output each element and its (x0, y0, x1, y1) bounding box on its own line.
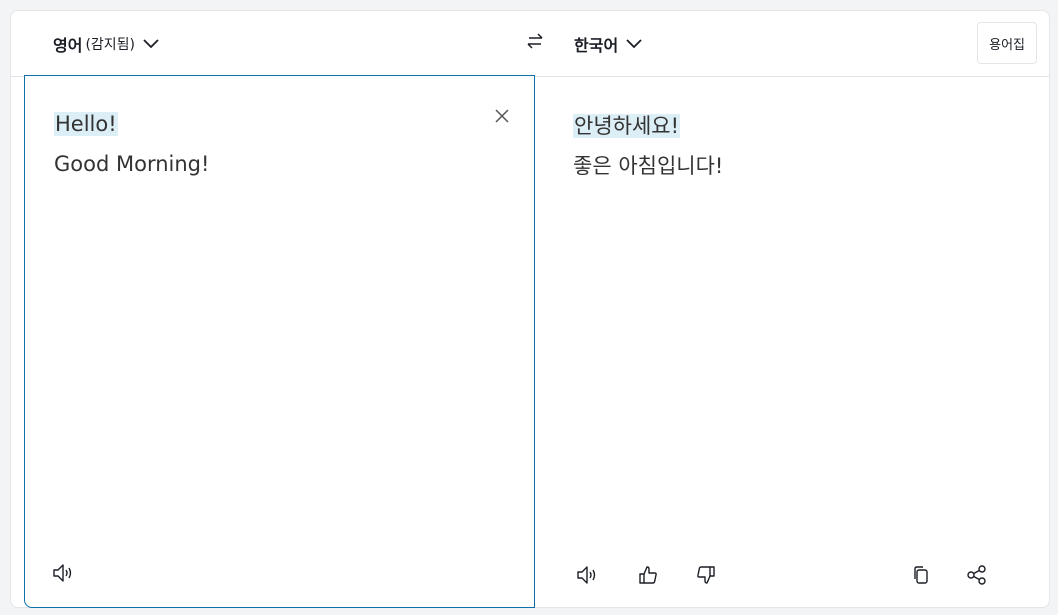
copy-button[interactable] (907, 563, 935, 591)
translator-card: 영어 (감지됨) 한국어 용어집 Hello! Good Morning! 안녕… (10, 10, 1050, 608)
thumbs-down-icon (695, 564, 717, 590)
share-button[interactable] (963, 563, 991, 591)
translation-output-area: 안녕하세요! 좋은 아침입니다! (535, 77, 1050, 608)
share-icon (966, 564, 988, 590)
source-line-1: Hello! (54, 112, 118, 136)
clear-text-button[interactable] (490, 106, 514, 130)
target-language-label: 한국어 (574, 36, 619, 55)
target-line-2: 좋은 아침입니다! (573, 154, 724, 178)
chevron-down-icon (626, 39, 642, 49)
swap-languages-button[interactable] (522, 30, 548, 56)
glossary-button[interactable]: 용어집 (977, 22, 1037, 64)
swap-icon (525, 31, 545, 55)
thumbs-up-button[interactable] (634, 563, 662, 591)
close-icon (494, 108, 510, 128)
source-text[interactable]: Hello! Good Morning! (54, 104, 209, 184)
copy-icon (911, 564, 931, 590)
thumbs-up-icon (637, 564, 659, 590)
thumbs-down-button[interactable] (692, 563, 720, 591)
target-line-1: 안녕하세요! (573, 114, 681, 138)
speaker-icon (575, 564, 599, 590)
chevron-down-icon (143, 39, 159, 49)
detected-label: (감지됨) (85, 37, 136, 53)
translation-text: 안녕하세요! 좋은 아침입니다! (573, 106, 723, 186)
source-line-2: Good Morning! (54, 152, 210, 176)
speaker-icon (51, 562, 75, 588)
target-language-selector[interactable]: 한국어 (574, 31, 642, 57)
source-listen-button[interactable] (49, 561, 77, 589)
source-text-area[interactable]: Hello! Good Morning! (24, 75, 535, 608)
target-listen-button[interactable] (573, 563, 601, 591)
language-bar: 영어 (감지됨) 한국어 용어집 (11, 11, 1049, 77)
source-language-selector[interactable]: 영어 (감지됨) (53, 31, 159, 57)
source-language-label: 영어 (53, 36, 83, 55)
